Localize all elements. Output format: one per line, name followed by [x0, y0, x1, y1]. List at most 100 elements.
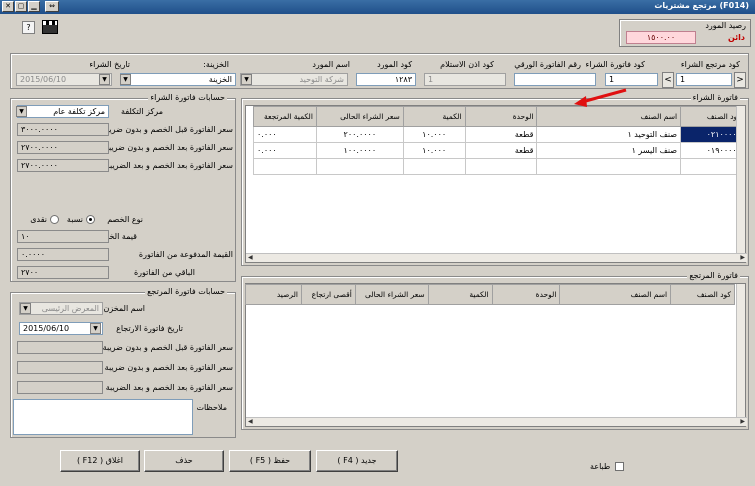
red-arrow-icon	[574, 88, 627, 107]
col-qty[interactable]: الكمية	[402, 106, 466, 127]
cell-name[interactable]: صنف اليسر ١	[536, 142, 682, 159]
table-row[interactable]: ٠٢١٠٠٠٠١ صنف التوحيد ١ قطعة ١٠.٠٠٠ ٢٠٠.٠…	[253, 126, 745, 143]
paid-value: ٠.٠٠٠٠	[17, 248, 109, 261]
print-checkbox[interactable]	[615, 462, 624, 471]
vertical-scrollbar[interactable]	[736, 284, 745, 418]
cell-name[interactable]: صنف التوحيد ١	[536, 126, 682, 143]
before-disc-label: سعر الفاتورة قبل الخصم و بدون ضريبة	[102, 125, 233, 134]
paper-invoice-input[interactable]	[514, 73, 596, 86]
chevron-down-icon[interactable]: ▼	[120, 74, 131, 85]
prev-record-button[interactable]: >	[662, 72, 674, 88]
balance-status: دائن	[727, 33, 745, 42]
close-window-button[interactable]: ✕	[2, 1, 14, 12]
invoice-code-label: كود فاتورة الشراء	[585, 60, 645, 69]
table-row[interactable]: ٠١٩٠٠٠٠١ صنف اليسر ١ قطعة ١٠.٠٠٠ ١٠٠.٠٠٠…	[253, 142, 745, 159]
cell-qty[interactable]: ١٠.٠٠٠	[402, 126, 466, 143]
purchase-date-label: تاريخ الشراء	[89, 60, 130, 69]
purchase-invoice-grid[interactable]: كود الصنف اسم الصنف الوحدة الكمية سعر ال…	[245, 105, 747, 263]
after-disc-label: سعر الفاتورة بعد الخصم و بدون ضريبة	[104, 143, 233, 152]
discount-value-input[interactable]: ١٠	[17, 230, 109, 243]
clapper-icon[interactable]	[42, 20, 58, 34]
restore-button[interactable]: ⇔	[45, 1, 59, 12]
cost-center-select[interactable]: مركز تكلفة عام	[17, 105, 109, 118]
cell-qty[interactable]: ١٠.٠٠٠	[402, 142, 466, 159]
return-code-input[interactable]: 1	[676, 73, 732, 86]
col-unit[interactable]: الوحدة	[464, 106, 538, 127]
purchase-invoice-title: فاتورة الشراء	[690, 93, 740, 102]
supplier-name-label: اسم المورد	[312, 60, 350, 69]
discount-type-label: نوع الخصم	[107, 215, 143, 224]
ret-after-tax-value	[17, 381, 103, 394]
ret-after-disc-label: سعر الفاتورة بعد الخصم و بدون ضريبة	[104, 363, 233, 372]
chevron-down-icon[interactable]: ▼	[90, 323, 101, 334]
chevron-down-icon[interactable]: ▼	[16, 106, 27, 117]
after-tax-label: سعر الفاتورة بعد الخصم و بعد الضريبة	[105, 161, 233, 170]
cell-unit[interactable]: قطعة	[464, 142, 538, 159]
return-accounts-panel: حسابات فاتورة المرتجع اسم المخزن المعرض …	[10, 287, 236, 438]
cost-center-label: مركز التكلفة	[121, 107, 163, 116]
col-balance[interactable]: الرصيد	[245, 284, 302, 305]
purchase-invoice-panel: فاتورة الشراء كود الصنف اسم الصنف الوحدة…	[241, 93, 749, 266]
chevron-down-icon[interactable]: ▼	[99, 74, 110, 85]
supplier-code-label: كود المورد	[377, 60, 412, 69]
horizontal-scrollbar[interactable]: ◀ ▶	[246, 417, 747, 426]
next-record-button[interactable]: <	[734, 72, 746, 88]
col-item-name[interactable]: اسم الصنف	[559, 284, 672, 305]
chevron-down-icon[interactable]: ▼	[20, 303, 31, 314]
ret-before-disc-label: سعر الفاتورة قبل الخصم و بدون ضريبة	[102, 343, 233, 352]
invoice-accounts-panel: حسابات فاتورة الشراء مركز التكلفة مركز ت…	[10, 93, 236, 282]
col-qty[interactable]: الكمية	[427, 284, 493, 305]
col-price[interactable]: سعر الشراء الحالى	[315, 106, 404, 127]
treasury-label: الخزينة:	[203, 60, 229, 69]
col-item-name[interactable]: اسم الصنف	[536, 106, 682, 127]
before-disc-value: ٣٠٠٠.٠٠٠٠	[17, 123, 109, 136]
return-invoice-grid[interactable]: كود الصنف اسم الصنف الوحدة الكمية سعر ال…	[245, 283, 747, 427]
purchase-date-input: 2015/06/10	[16, 73, 112, 86]
cell-returned[interactable]: ٠.٠٠٠	[253, 126, 317, 143]
balance-value: ١٥٠٠.٠٠	[626, 31, 696, 44]
table-row[interactable]	[253, 158, 745, 175]
discount-cash-radio[interactable]	[50, 215, 59, 224]
vertical-scrollbar[interactable]	[736, 106, 745, 254]
cell-unit[interactable]: قطعة	[464, 126, 538, 143]
save-button[interactable]: حفظ ( F5 )	[229, 450, 311, 472]
return-date-label: تاريخ فاتورة الارتجاع	[116, 324, 183, 333]
window-title: (F014) مرتجع مشتريات	[654, 1, 749, 10]
supplier-code-input[interactable]: ١٢٨٣	[356, 73, 416, 86]
discount-percent-label: نسبة	[66, 215, 83, 224]
col-unit[interactable]: الوحدة	[491, 284, 561, 305]
cell-code[interactable]: ٠١٩٠٠٠٠١	[680, 142, 745, 159]
supplier-balance-panel: رصيد المورد دائن ١٥٠٠.٠٠	[619, 19, 751, 47]
supplier-balance-label: رصيد المورد	[705, 21, 746, 30]
invoice-accounts-title: حسابات فاتورة الشراء	[148, 93, 227, 102]
cell-code[interactable]: ٠٢١٠٠٠٠١	[680, 126, 745, 143]
new-button[interactable]: جديد ( F4 )	[316, 450, 398, 472]
col-item-code[interactable]: كود الصنف	[670, 284, 735, 305]
treasury-select[interactable]: الخزينة	[120, 73, 236, 86]
cell-price[interactable]: ٢٠٠.٠٠٠٠	[315, 126, 404, 143]
close-button[interactable]: اغلاق ( F12 )	[60, 450, 140, 472]
return-code-label: كود مرتجع الشراء	[680, 60, 740, 69]
chevron-down-icon[interactable]: ▼	[241, 74, 252, 85]
delete-button[interactable]: حذف	[144, 450, 224, 472]
return-accounts-title: حسابات فاتورة المرتجع	[145, 287, 227, 296]
cell-price[interactable]: ١٠٠.٠٠٠٠	[315, 142, 404, 159]
ret-after-disc-value	[17, 361, 103, 374]
col-max-return[interactable]: أقصى ارتجاع	[300, 284, 356, 305]
receipt-code-input: 1	[424, 73, 506, 86]
discount-percent-radio[interactable]	[86, 215, 95, 224]
horizontal-scrollbar[interactable]: ◀ ▶	[246, 253, 747, 262]
help-icon[interactable]: ?	[22, 21, 35, 34]
minimize-button[interactable]: ▁	[28, 1, 40, 12]
col-price[interactable]: سعر الشراء الحالى	[354, 284, 429, 305]
title-bar: (F014) مرتجع مشتريات ✕ ▢ ▁ ⇔	[0, 0, 755, 14]
store-label: اسم المخزن	[103, 304, 145, 313]
maximize-button[interactable]: ▢	[15, 1, 27, 12]
store-select: المعرض الرئيسى	[19, 302, 103, 315]
invoice-code-input[interactable]: 1	[605, 73, 658, 86]
after-tax-value: ٢٧٠٠.٠٠٠٠	[17, 159, 109, 172]
cell-returned[interactable]: ٠.٠٠٠	[253, 142, 317, 159]
col-item-code[interactable]: كود الصنف	[680, 106, 745, 127]
col-returned-qty[interactable]: الكمية المرتجعة	[253, 106, 317, 127]
notes-textarea[interactable]	[13, 399, 193, 435]
